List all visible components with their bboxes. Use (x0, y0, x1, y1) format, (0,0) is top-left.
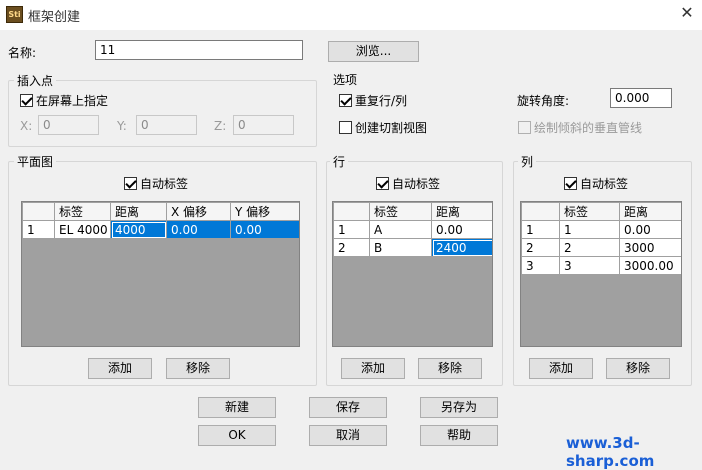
plan-title: 平面图 (14, 153, 57, 170)
cols-cell-distance[interactable]: 0.00 (619, 220, 681, 239)
z-input[interactable]: 0 (233, 115, 294, 135)
plan-cell-x-offset[interactable]: 0.00 (166, 220, 231, 239)
on-screen-checkbox-row[interactable]: 在屏幕上指定 (20, 92, 108, 109)
cols-cell-distance[interactable]: 3000.00 (619, 256, 681, 275)
cut-view-label: 创建切割视图 (355, 121, 428, 135)
repeat-label: 重复行/列 (355, 94, 408, 108)
plan-auto-row[interactable]: 自动标签 (124, 175, 188, 192)
rows-row-index[interactable]: 2 (333, 238, 370, 257)
rows-header-label: 标签 (369, 202, 432, 221)
name-label: 名称: (8, 46, 37, 60)
table-row[interactable]: 1 A 0.00 (333, 220, 492, 239)
on-screen-checkbox[interactable] (20, 94, 33, 107)
plan-auto-checkbox[interactable] (124, 177, 137, 190)
rows-cell-distance[interactable]: 0.00 (431, 220, 492, 239)
save-as-button[interactable]: 另存为 (420, 397, 498, 418)
y-label: Y: (117, 119, 127, 133)
cols-grid[interactable]: 标签 距离 1 1 0.00 2 2 3000 3 3 3000.00 (520, 201, 682, 347)
rotation-input[interactable]: 0.000 (610, 88, 672, 108)
cols-header-label: 标签 (559, 202, 620, 221)
table-row[interactable]: 1 1 0.00 (521, 220, 681, 239)
rows-auto-label: 自动标签 (392, 177, 441, 191)
on-screen-label: 在屏幕上指定 (36, 94, 109, 108)
window-title: 框架创建 (28, 10, 81, 25)
browse-button[interactable]: 浏览... (328, 41, 419, 62)
rows-cell-distance[interactable]: 2400 (431, 238, 492, 257)
insert-point-group (8, 80, 317, 147)
table-row[interactable]: 1 EL 4000 4000 0.00 0.00 (22, 220, 299, 239)
cols-row-index[interactable]: 2 (521, 238, 560, 257)
z-label: Z: (214, 119, 227, 133)
new-button[interactable]: 新建 (198, 397, 276, 418)
cols-cell-label[interactable]: 3 (559, 256, 620, 275)
table-row[interactable]: 3 3 3000.00 (521, 256, 681, 275)
rows-grid[interactable]: 标签 距离 1 A 0.00 2 B 2400 (332, 201, 493, 347)
rows-cell-label[interactable]: A (369, 220, 432, 239)
rows-row-index[interactable]: 1 (333, 220, 370, 239)
close-icon[interactable]: ✕ (678, 3, 696, 23)
cols-auto-checkbox[interactable] (564, 177, 577, 190)
rows-title: 行 (330, 153, 349, 170)
cols-auto-row[interactable]: 自动标签 (564, 175, 628, 192)
rows-add-button[interactable]: 添加 (341, 358, 405, 379)
cut-view-checkbox[interactable] (339, 121, 352, 134)
x-label: X: (20, 119, 33, 133)
options-title: 选项 (333, 73, 358, 87)
draw-vertical-label: 绘制倾斜的垂直管线 (534, 121, 643, 135)
plan-auto-label: 自动标签 (140, 177, 189, 191)
plan-cell-distance[interactable]: 4000 (110, 220, 167, 239)
cols-row-index[interactable]: 3 (521, 256, 560, 275)
plan-header-0 (22, 202, 55, 221)
rows-header-0 (333, 202, 370, 221)
plan-grid[interactable]: 标签 距离 X 偏移 Y 偏移 1 EL 4000 4000 0.00 0.00 (21, 201, 300, 347)
cols-cell-label[interactable]: 1 (559, 220, 620, 239)
table-row[interactable]: 2 B 2400 (333, 238, 492, 257)
plan-header-x-offset: X 偏移 (166, 202, 231, 221)
plan-header-label: 标签 (54, 202, 111, 221)
cut-view-checkbox-row[interactable]: 创建切割视图 (339, 119, 427, 136)
rows-header-distance: 距离 (431, 202, 492, 221)
cols-title: 列 (518, 153, 537, 170)
cols-add-button[interactable]: 添加 (529, 358, 593, 379)
watermark: www.3d-sharp.com (566, 434, 655, 470)
repeat-checkbox[interactable] (339, 94, 352, 107)
cols-cell-distance[interactable]: 3000 (619, 238, 681, 257)
plan-cell-y-offset[interactable]: 0.00 (230, 220, 299, 239)
cols-auto-label: 自动标签 (580, 177, 629, 191)
rows-auto-checkbox[interactable] (376, 177, 389, 190)
help-button[interactable]: 帮助 (420, 425, 498, 446)
insert-point-title: 插入点 (14, 72, 57, 89)
cols-cell-label[interactable]: 2 (559, 238, 620, 257)
x-input[interactable]: 0 (38, 115, 99, 135)
ok-button[interactable]: OK (198, 425, 276, 446)
cols-row-index[interactable]: 1 (521, 220, 560, 239)
table-row[interactable]: 2 2 3000 (521, 238, 681, 257)
app-icon: Sti (6, 6, 23, 23)
draw-vertical-checkbox-row[interactable]: 绘制倾斜的垂直管线 (518, 119, 642, 136)
cols-remove-button[interactable]: 移除 (606, 358, 670, 379)
rows-cell-label[interactable]: B (369, 238, 432, 257)
repeat-checkbox-row[interactable]: 重复行/列 (339, 92, 407, 109)
cancel-button[interactable]: 取消 (309, 425, 387, 446)
save-button[interactable]: 保存 (309, 397, 387, 418)
y-input[interactable]: 0 (136, 115, 197, 135)
name-input[interactable]: 11 (95, 40, 303, 60)
plan-remove-button[interactable]: 移除 (166, 358, 230, 379)
plan-header-y-offset: Y 偏移 (230, 202, 299, 221)
cols-header-0 (521, 202, 560, 221)
draw-vertical-checkbox[interactable] (518, 121, 531, 134)
plan-add-button[interactable]: 添加 (88, 358, 152, 379)
plan-cell-label[interactable]: EL 4000 (54, 220, 111, 239)
rows-remove-button[interactable]: 移除 (418, 358, 482, 379)
plan-row-index[interactable]: 1 (22, 220, 55, 239)
cols-header-distance: 距离 (619, 202, 681, 221)
rows-auto-row[interactable]: 自动标签 (376, 175, 440, 192)
title-bar (0, 0, 702, 30)
rotation-label: 旋转角度: (517, 94, 570, 108)
plan-header-distance: 距离 (110, 202, 167, 221)
